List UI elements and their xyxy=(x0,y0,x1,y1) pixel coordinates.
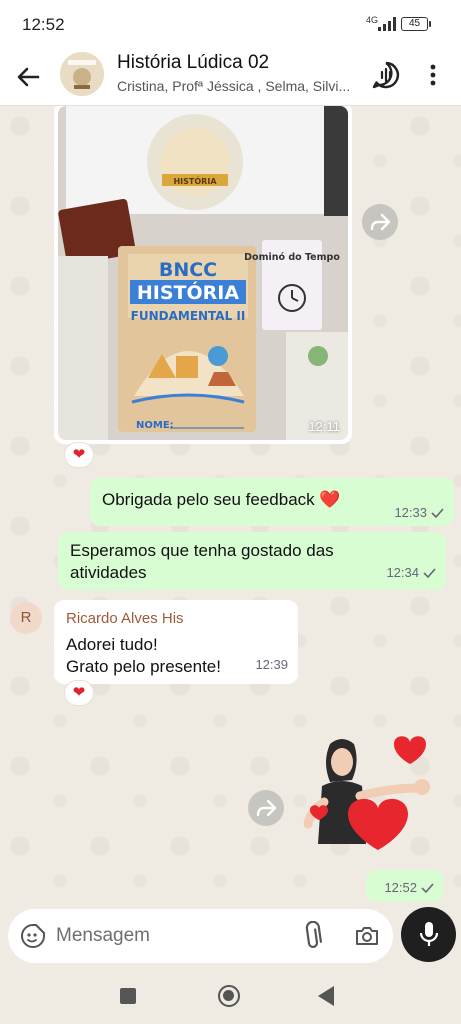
logo-text: HISTÓRIA xyxy=(173,175,217,186)
chat-header: História Lúdica 02 Cristina, Profª Jéssi… xyxy=(0,48,461,106)
book-title-1: BNCC xyxy=(159,259,217,281)
message-input[interactable]: Mensagem xyxy=(56,925,150,947)
image-message[interactable]: HISTÓRIA BNCC HISTÓRIA FUNDAMENTAL II NO… xyxy=(54,106,352,444)
message-line: Grato pelo presente! xyxy=(66,657,221,676)
network-type: 4G xyxy=(366,15,379,25)
forward-icon[interactable] xyxy=(362,204,398,240)
book-title-3: FUNDAMENTAL II xyxy=(131,309,246,323)
sticker-emoji-icon[interactable] xyxy=(20,923,46,949)
message-meta: 12:34 xyxy=(386,562,436,584)
reaction-badge[interactable]: ❤ xyxy=(64,442,94,468)
battery-icon: 45 xyxy=(401,17,431,31)
attach-icon[interactable] xyxy=(300,920,324,951)
microphone-icon xyxy=(419,922,439,946)
back-arrow-icon[interactable] xyxy=(12,62,44,92)
contact-avatar[interactable]: R xyxy=(10,602,42,634)
status-time: 12:52 xyxy=(22,15,65,34)
outgoing-message[interactable]: Obrigada pelo seu feedback ❤️ 12:33 xyxy=(90,478,454,526)
box-title: Dominó do Tempo xyxy=(244,252,340,263)
message-meta: 12:52 xyxy=(384,880,434,895)
sent-check-icon xyxy=(431,507,444,518)
recents-button[interactable] xyxy=(120,988,136,1004)
home-button[interactable] xyxy=(218,985,240,1007)
group-avatar[interactable] xyxy=(60,52,104,96)
microphone-button[interactable] xyxy=(401,907,456,962)
sticker-message[interactable] xyxy=(300,732,442,864)
sent-check-icon xyxy=(423,568,436,578)
sender-name[interactable]: Ricardo Alves His xyxy=(66,608,286,630)
message-time: 12:52 xyxy=(384,880,417,895)
voice-chat-icon[interactable] xyxy=(371,60,401,90)
image-timestamp: 12:11 xyxy=(308,419,340,434)
camera-icon[interactable] xyxy=(354,923,380,949)
shared-photo[interactable]: HISTÓRIA BNCC HISTÓRIA FUNDAMENTAL II NO… xyxy=(58,106,348,440)
book-title-2: HISTÓRIA xyxy=(137,280,239,304)
chat-participants[interactable]: Cristina, Profª Jéssica , Selma, Silvi..… xyxy=(117,78,359,94)
outgoing-message[interactable]: Esperamos que tenha gostado das atividad… xyxy=(58,532,446,590)
message-time: 12:33 xyxy=(394,505,427,520)
sent-check-icon xyxy=(421,882,434,893)
message-time: 12:39 xyxy=(255,657,288,672)
incoming-message[interactable]: Ricardo Alves His Adorei tudo! Grato pel… xyxy=(54,600,298,684)
forward-icon[interactable] xyxy=(248,790,284,826)
message-composer[interactable]: Mensagem xyxy=(8,909,393,963)
message-meta: 12:33 xyxy=(394,505,444,520)
chat-title[interactable]: História Lúdica 02 xyxy=(117,52,269,74)
message-line: Adorei tudo! xyxy=(66,635,158,654)
reaction-badge[interactable]: ❤ xyxy=(64,680,94,706)
book-name-label: NOME: xyxy=(136,420,174,431)
message-text: Obrigada pelo seu feedback ❤️ xyxy=(102,490,341,509)
more-options-icon[interactable] xyxy=(425,61,441,89)
message-time: 12:34 xyxy=(386,565,419,580)
back-button[interactable] xyxy=(318,986,334,1006)
message-text: Esperamos que tenha gostado das atividad… xyxy=(70,541,334,582)
system-nav-bar xyxy=(0,968,461,1024)
signal-icon xyxy=(378,17,396,31)
sticker-meta: 12:52 xyxy=(366,870,444,902)
chat-area[interactable]: HISTÓRIA BNCC HISTÓRIA FUNDAMENTAL II NO… xyxy=(0,106,461,906)
status-bar: 12:52 4G 45 xyxy=(0,0,461,48)
